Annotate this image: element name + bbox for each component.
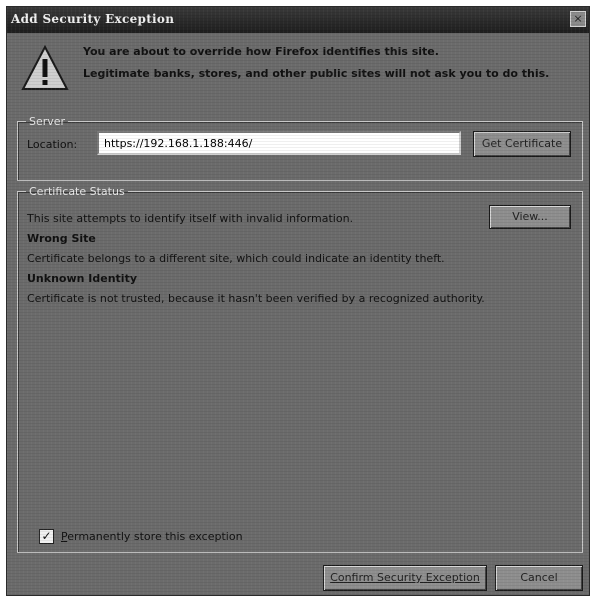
store-exception-checkbox[interactable]: ✓ bbox=[39, 529, 54, 544]
certificate-status-text: This site attempts to identify itself wi… bbox=[27, 209, 487, 309]
add-security-exception-dialog: Add Security Exception × You are about t… bbox=[6, 6, 590, 596]
location-input[interactable] bbox=[97, 131, 461, 155]
certificate-status-legend: Certificate Status bbox=[29, 185, 125, 198]
dialog-title: Add Security Exception bbox=[11, 12, 175, 26]
store-exception-label-rest: ermanently store this exception bbox=[67, 530, 243, 543]
issue-heading-unknown-identity: Unknown Identity bbox=[27, 272, 138, 285]
location-label: Location: bbox=[27, 138, 78, 151]
server-legend: Server bbox=[29, 115, 66, 128]
get-certificate-button[interactable]: Get Certificate bbox=[473, 131, 571, 157]
issue-heading-wrong-site: Wrong Site bbox=[27, 232, 96, 245]
title-bar[interactable]: Add Security Exception × bbox=[7, 7, 589, 33]
view-certificate-button[interactable]: View... bbox=[489, 205, 571, 229]
warning-line-2: Legitimate banks, stores, and other publ… bbox=[83, 67, 550, 80]
issue-detail-wrong-site: Certificate belongs to a different site,… bbox=[27, 252, 445, 265]
warning-triangle-icon bbox=[21, 45, 69, 90]
cancel-button[interactable]: Cancel bbox=[495, 565, 583, 591]
close-icon[interactable]: × bbox=[570, 11, 586, 27]
issue-detail-unknown-identity: Certificate is not trusted, because it h… bbox=[27, 292, 485, 305]
store-exception-label[interactable]: Permanently store this exception bbox=[61, 530, 243, 543]
confirm-security-exception-button[interactable]: Confirm Security Exception bbox=[323, 565, 487, 591]
warning-line-1: You are about to override how Firefox id… bbox=[83, 45, 439, 58]
status-summary: This site attempts to identify itself wi… bbox=[27, 212, 354, 225]
warning-message: You are about to override how Firefox id… bbox=[83, 41, 583, 85]
